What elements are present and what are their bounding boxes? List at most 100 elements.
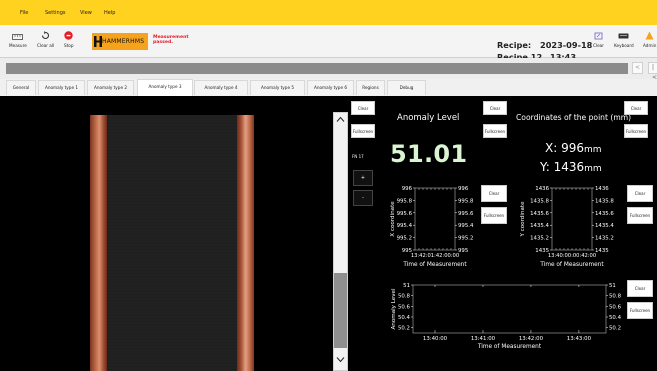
achart-ytick-right: 50.6 bbox=[609, 304, 622, 310]
ychart-ytick-left: 1435.6 bbox=[530, 211, 549, 217]
eraser-icon bbox=[594, 32, 603, 40]
xchart-ytick-left: 996 bbox=[402, 186, 413, 192]
ychart-clear-button[interactable]: Clear bbox=[627, 185, 653, 202]
coordinate-y: Y: 1436mm bbox=[540, 160, 602, 174]
tab-debug[interactable]: Debug bbox=[387, 80, 426, 95]
xchart-ytick-right: 996 bbox=[458, 186, 469, 192]
achart-xtick-label: 13:40:00 bbox=[423, 336, 448, 342]
camera-image bbox=[90, 115, 254, 371]
tab-anomaly-type-5[interactable]: Anomaly type 5 bbox=[250, 80, 305, 95]
coordinate-x-value: 996 bbox=[561, 141, 584, 155]
tab-regions[interactable]: Regions bbox=[356, 80, 385, 95]
tab-anomaly-type-2[interactable]: Anomaly type 2 bbox=[87, 80, 134, 95]
zoom-in-button[interactable]: + bbox=[353, 170, 373, 186]
xchart-ytick-left: 995.6 bbox=[397, 211, 413, 217]
scroll-down-icon[interactable] bbox=[336, 356, 345, 363]
anomaly-level-title: Anomaly Level bbox=[397, 113, 460, 123]
admin-warning-icon bbox=[645, 31, 654, 40]
xchart-clear-button[interactable]: Clear bbox=[481, 185, 507, 202]
tab-anomaly-type-3[interactable]: Anomaly type 3 bbox=[137, 79, 193, 96]
ychart-ytick-right: 1436 bbox=[595, 186, 609, 192]
image-clear-button[interactable]: Clear bbox=[351, 101, 375, 115]
stop-icon bbox=[64, 31, 73, 40]
achart-xtick-label: 13:41:00 bbox=[471, 336, 496, 342]
admin-button[interactable]: Admin bbox=[643, 31, 656, 48]
logo-text: HAMMERHMS bbox=[102, 38, 145, 45]
tab-anomaly-type-1[interactable]: Anomaly type 1 bbox=[38, 80, 85, 95]
measure-label: Measure bbox=[9, 43, 27, 48]
vertical-scrollbar[interactable] bbox=[333, 112, 348, 371]
ruler-icon bbox=[12, 34, 24, 40]
menu-settings[interactable]: Settings bbox=[45, 10, 66, 16]
anomaly-level-value: 51.01 bbox=[390, 140, 468, 168]
clear-toolbar-button[interactable]: Clear bbox=[593, 32, 604, 48]
ychart-fullscreen-button[interactable]: Fullscreen bbox=[627, 207, 653, 224]
ychart-ytick-left: 1435.4 bbox=[530, 223, 549, 229]
achart-clear-button[interactable]: Clear bbox=[627, 280, 653, 297]
coordinate-x-label: X: bbox=[545, 141, 558, 155]
measure-button[interactable]: Measure bbox=[9, 34, 27, 48]
xchart-ylabel: X coordinate bbox=[390, 201, 396, 237]
admin-label: Admin bbox=[643, 43, 657, 48]
achart-ytick-left: 50.6 bbox=[398, 304, 411, 310]
surface-area bbox=[107, 115, 237, 371]
achart-ytick-right: 50.2 bbox=[609, 326, 621, 332]
scroll-up-icon[interactable] bbox=[336, 116, 345, 123]
keyboard-icon bbox=[618, 33, 629, 39]
nav-prev-button[interactable]: < bbox=[632, 62, 643, 74]
clear-all-label: Clear all bbox=[37, 43, 55, 48]
zoom-out-button[interactable]: - bbox=[353, 190, 373, 206]
keyboard-label: Keyboard bbox=[614, 43, 634, 48]
clear-toolbar-label: Clear bbox=[593, 43, 604, 48]
achart-plot-frame bbox=[412, 284, 607, 334]
nav-next-button[interactable]: |< bbox=[648, 62, 657, 81]
anomaly-fullscreen-button[interactable]: Fullscreen bbox=[483, 124, 507, 138]
keyboard-button[interactable]: Keyboard bbox=[614, 32, 634, 48]
ychart-xlabel: Time of Measurement bbox=[539, 262, 604, 268]
achart-ytick-left: 51 bbox=[403, 283, 410, 289]
progress-bar bbox=[6, 63, 628, 74]
tab-general[interactable]: General bbox=[6, 80, 36, 95]
achart-ytick-right: 50.8 bbox=[609, 294, 622, 300]
coords-clear-button[interactable]: Clear bbox=[624, 101, 648, 115]
xchart-ytick-right: 995.2 bbox=[458, 236, 473, 242]
achart-ytick-left: 50.4 bbox=[398, 315, 411, 321]
anomaly-clear-button[interactable]: Clear bbox=[483, 101, 507, 115]
xchart-ytick-left: 995.4 bbox=[397, 223, 413, 229]
achart-ytick-right: 51 bbox=[609, 283, 616, 289]
logo-mark-icon bbox=[94, 36, 102, 47]
xchart-ytick-left: 995.2 bbox=[397, 236, 412, 242]
xchart-fullscreen-button[interactable]: Fullscreen bbox=[481, 207, 507, 224]
xchart-ytick-right: 995.6 bbox=[458, 211, 474, 217]
menu-file[interactable]: File bbox=[20, 10, 28, 16]
coords-fullscreen-button[interactable]: Fullscreen bbox=[624, 124, 648, 138]
achart-fullscreen-button[interactable]: Fullscreen bbox=[627, 302, 653, 319]
measurement-status: Measurement passed. bbox=[153, 35, 189, 46]
ychart-ytick-left: 1435.2 bbox=[530, 236, 549, 242]
menu-bar: File Settings View Help bbox=[0, 0, 657, 25]
copper-stripe-left bbox=[90, 115, 107, 371]
coordinate-x: X: 996mm bbox=[545, 141, 602, 155]
clear-all-button[interactable]: Clear all bbox=[37, 31, 54, 48]
tab-anomaly-type-6[interactable]: Anomaly type 6 bbox=[307, 80, 354, 95]
stop-button[interactable]: Stop bbox=[64, 31, 74, 48]
coordinate-y-value: 1436 bbox=[553, 160, 585, 174]
image-fullscreen-button[interactable]: Fullscreen bbox=[351, 124, 375, 138]
scrollbar-thumb[interactable] bbox=[334, 273, 347, 348]
refresh-icon bbox=[42, 31, 50, 40]
ychart-xtick-label: 13:40:00:00:42:00 bbox=[548, 253, 596, 259]
xchart-xlabel: Time of Measurement bbox=[402, 262, 467, 268]
coordinate-y-label: Y: bbox=[540, 160, 550, 174]
menu-view[interactable]: View bbox=[80, 10, 92, 16]
achart-ytick-left: 50.8 bbox=[398, 294, 411, 300]
menu-help[interactable]: Help bbox=[104, 10, 115, 16]
ychart-ylabel: Y coordinate bbox=[520, 201, 526, 238]
coordinates-title: Coordinates of the point (mm) bbox=[516, 113, 632, 122]
anomaly-level-chart: 51 51 50.8 50.8 50.6 50.6 50.4 50.4 50.2 50.2 13:4… bbox=[391, 283, 622, 350]
xchart-xtick-label: 13:42:01:42:00:00 bbox=[411, 253, 459, 259]
x-coordinate-chart: 996 996 995.8 995.8 995.6 995.6 995.4 995.4 995.… bbox=[390, 186, 474, 268]
ychart-ytick-right: 1435.4 bbox=[595, 223, 614, 229]
y-coordinate-chart: 1436 1436 1435.8 1435.8 1435.6 1435.6 1435.4 14… bbox=[520, 186, 614, 268]
tab-anomaly-type-4[interactable]: Anomaly type 4 bbox=[194, 80, 248, 95]
xchart-ytick-right: 995 bbox=[458, 248, 468, 254]
